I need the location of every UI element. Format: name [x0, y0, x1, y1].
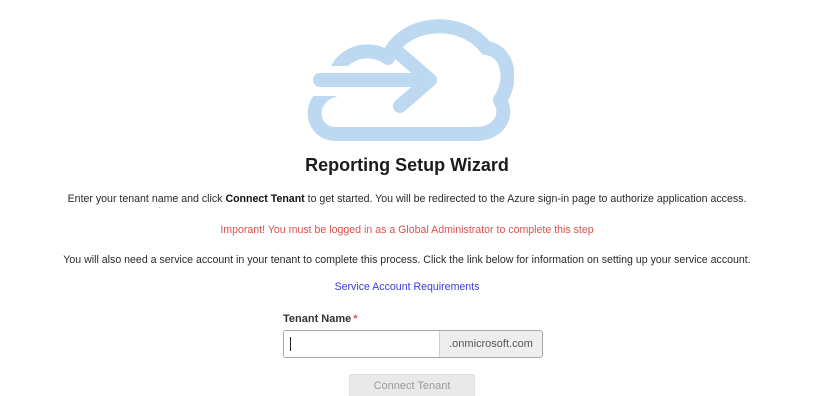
service-account-text: You will also need a service account in … — [63, 254, 751, 266]
tenant-domain-suffix: .onmicrosoft.com — [439, 331, 542, 357]
tenant-name-label-text: Tenant Name — [283, 313, 352, 325]
required-marker: * — [353, 313, 358, 325]
cloud-arrow-icon — [300, 6, 515, 141]
service-account-requirements-link[interactable]: Service Account Requirements — [335, 281, 480, 293]
tenant-name-group: .onmicrosoft.com — [283, 330, 543, 358]
intro-text: Enter your tenant name and click Connect… — [0, 193, 814, 205]
service-link-row: Service Account Requirements — [0, 281, 814, 293]
page-title: Reporting Setup Wizard — [305, 155, 509, 175]
intro-text-end: to get started. You will be redirected t… — [304, 193, 747, 205]
intro-text-start: Enter your tenant name and click — [67, 193, 226, 205]
intro-text-bold: Connect Tenant — [225, 193, 305, 205]
admin-warning: Imporant! You must be logged in as a Glo… — [220, 224, 594, 236]
tenant-name-label: Tenant Name * — [283, 313, 358, 325]
connect-tenant-button[interactable]: Connect Tenant — [349, 374, 475, 396]
tenant-name-input[interactable] — [290, 337, 439, 351]
